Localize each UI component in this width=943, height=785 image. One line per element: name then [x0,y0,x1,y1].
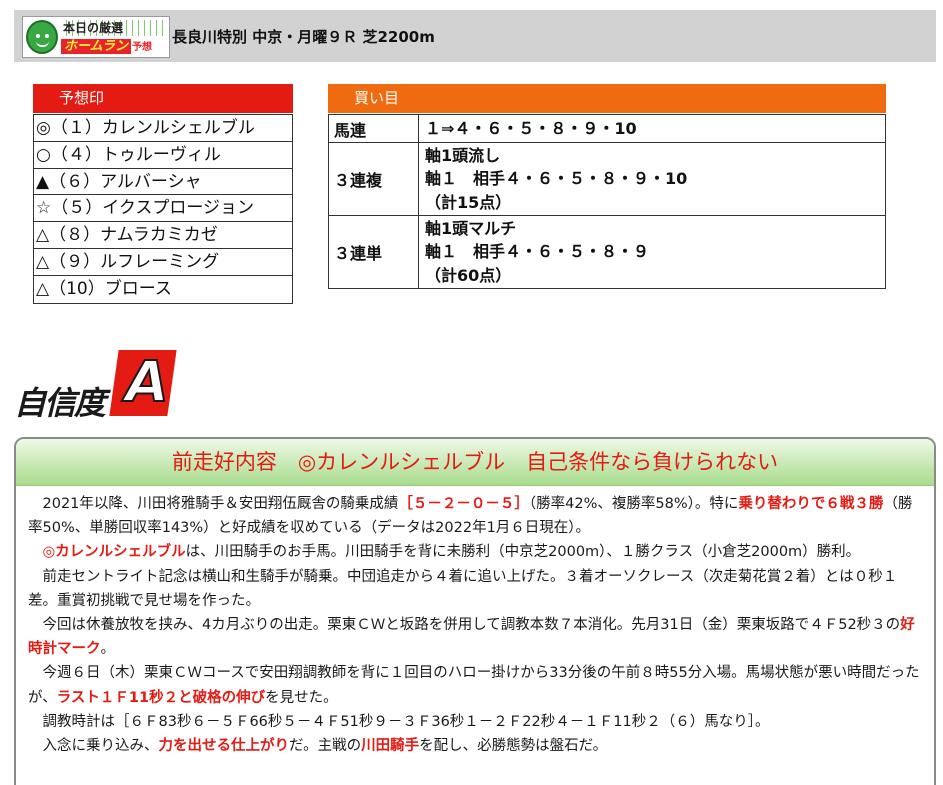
highlight-text: 川田騎手 [361,738,420,755]
highlight-text: 乗り替わりで６戦３勝 [738,496,884,512]
page-header: 本日の厳選 ホームラン 予想 長良川特別 中京・月曜９Ｒ 芝2200m [14,10,936,62]
logo-top-text: 本日の厳選 [61,20,167,36]
body-text: 調教時計は［６Ｆ83秒６－５Ｆ66秒５－４Ｆ51秒９－３Ｆ36秒１－２Ｆ22秒４… [42,713,770,730]
eye-icon [36,34,40,38]
yoso-mark-row: ▲（６）アルバーシャ [34,169,292,196]
yoso-mark-row: ☆（５）イクスプロージョン [34,195,292,223]
eye-icon [45,34,49,38]
comment-paragraph: 今回は休養放牧を挟み、4カ月ぶりの出走。栗東ＣＷと坂路を併用して調教本数７本消化… [28,613,920,661]
comment-paragraph: 入念に乗り込み、力を出せる仕上がりだ。主戦の川田騎手を配し、必勝態勢は盤石だ。 [28,734,920,758]
body-text: だ。主戦の [289,738,362,755]
yoso-mark-row: ○（４）トゥルーヴィル [34,142,292,169]
logo-brand: ホームラン 予想 [61,37,152,55]
body-text: （勝率42%、複勝率58%）。特に [528,496,739,512]
comment-paragraph: 今週６日（木）栗東ＣＷコースで安田翔調教師を背に１回目のハロー掛けから33分後の… [28,661,920,709]
comment-paragraph: ◎カレンルシェルブルは、川田騎手のお手馬。川田騎手を背に未勝利（中京芝2000m… [28,540,920,564]
bet-line: 軸1頭流し [425,145,501,165]
highlight-text: ［５－２－０－５］ [398,496,529,512]
comment-body: 2021年以降、川田将雅騎手＆安田翔伍厩舎の騎乗成績［５－２－０－５］（勝率42… [16,486,934,758]
comment-headline: 前走好内容 ◎カレンルシェルブル 自己条件なら負けられない [16,439,934,486]
race-title: 長良川特別 中京・月曜９Ｒ 芝2200m [172,28,435,46]
table-row: ３連複 軸1頭流し 軸１ 相手４・６・５・８・９・10 （計15点） [328,142,886,216]
body-text: 2021年以降、川田将雅騎手＆安田翔伍厩舎の騎乗成績 [42,496,399,512]
confidence-label: 自信度 [14,384,106,422]
logo-suffix-text: 予想 [131,42,152,53]
confidence-badge: 自信度 A [14,346,177,422]
confidence-rank: A [124,350,169,415]
yoso-mark-row: △（８）ナムラカミカゼ [34,222,292,249]
logo-brand-text: ホームラン [61,39,131,54]
body-text: 前走セントライト記念は横山和生騎手が騎乗。中団追走から４着に追い上げた。３着オー… [28,568,898,609]
highlight-text: 力を出せる仕上がり [158,738,290,755]
smile-icon [36,41,49,47]
body-text: 。 [100,641,116,658]
bet-type: ３連複 [328,142,419,216]
bet-type: 馬連 [328,114,419,143]
yoso-heading: 予想印 [33,84,293,113]
bet-combination: 軸1頭マルチ 軸１ 相手４・６・５・８・９ （計60点） [418,215,886,289]
table-row: ３連単 軸1頭マルチ 軸１ 相手４・６・５・８・９ （計60点） [328,215,886,289]
body-text: を配し、必勝態勢は盤石だ。 [419,738,608,755]
comment-paragraph: 2021年以降、川田将雅騎手＆安田翔伍厩舎の騎乗成績［５－２－０－５］（勝率42… [28,492,920,540]
bet-line: 軸１ 相手４・６・５・８・９・10 [425,169,688,189]
bet-line: １⇒４・６・５・８・９・10 [425,118,637,138]
body-text: を見せた。 [265,689,338,706]
body-text: 入念に乗り込み、 [42,738,159,755]
bet-type: ３連単 [328,215,419,289]
bet-line: 軸１ 相手４・６・５・８・９ [425,242,650,262]
bet-line: 軸1頭マルチ [425,218,517,238]
bet-line: （計60点） [425,265,512,285]
kaime-table: 馬連 １⇒４・６・５・８・９・10 ３連複 軸1頭流し 軸１ 相手４・６・５・８… [328,114,886,289]
yoso-mark-row: △（９）ルフレーミング [34,249,292,276]
face-icon [26,20,58,54]
bet-combination: 軸1頭流し 軸１ 相手４・６・５・８・９・10 （計15点） [418,142,886,216]
comment-paragraph: 調教時計は［６Ｆ83秒６－５Ｆ66秒５－４Ｆ51秒９－３Ｆ36秒１－２Ｆ22秒４… [28,710,920,734]
yoso-mark-row: △（10）ブロース [36,278,172,299]
bet-combination: １⇒４・６・５・８・９・10 [418,114,886,143]
table-row: 馬連 １⇒４・６・５・８・９・10 [328,114,886,143]
bet-line: （計15点） [425,192,512,212]
kaime-heading: 買い目 [328,84,886,113]
yoso-mark-row: ◎（１）カレンルシェルブル [34,115,292,142]
highlight-text: ◎カレンルシェルブル [42,544,186,561]
highlight-text: ラスト１Ｆ11秒２と破格の伸び [56,689,266,706]
comment-paragraph: 前走セントライト記念は横山和生騎手が騎乗。中団追走から４着に追い上げた。３着オー… [28,565,920,613]
homerun-logo[interactable]: 本日の厳選 ホームラン 予想 [22,16,170,58]
body-text: は、川田騎手のお手馬。川田騎手を背に未勝利（中京芝2000m）、１勝クラス（小倉… [185,544,861,561]
body-text: 今回は休養放牧を挟み、4カ月ぶりの出走。栗東ＣＷと坂路を併用して調教本数７本消化… [42,617,901,634]
comment-panel: 前走好内容 ◎カレンルシェルブル 自己条件なら負けられない 2021年以降、川田… [14,437,936,785]
yoso-mark-list: ◎（１）カレンルシェルブル ○（４）トゥルーヴィル ▲（６）アルバーシャ ☆（５… [33,114,293,304]
